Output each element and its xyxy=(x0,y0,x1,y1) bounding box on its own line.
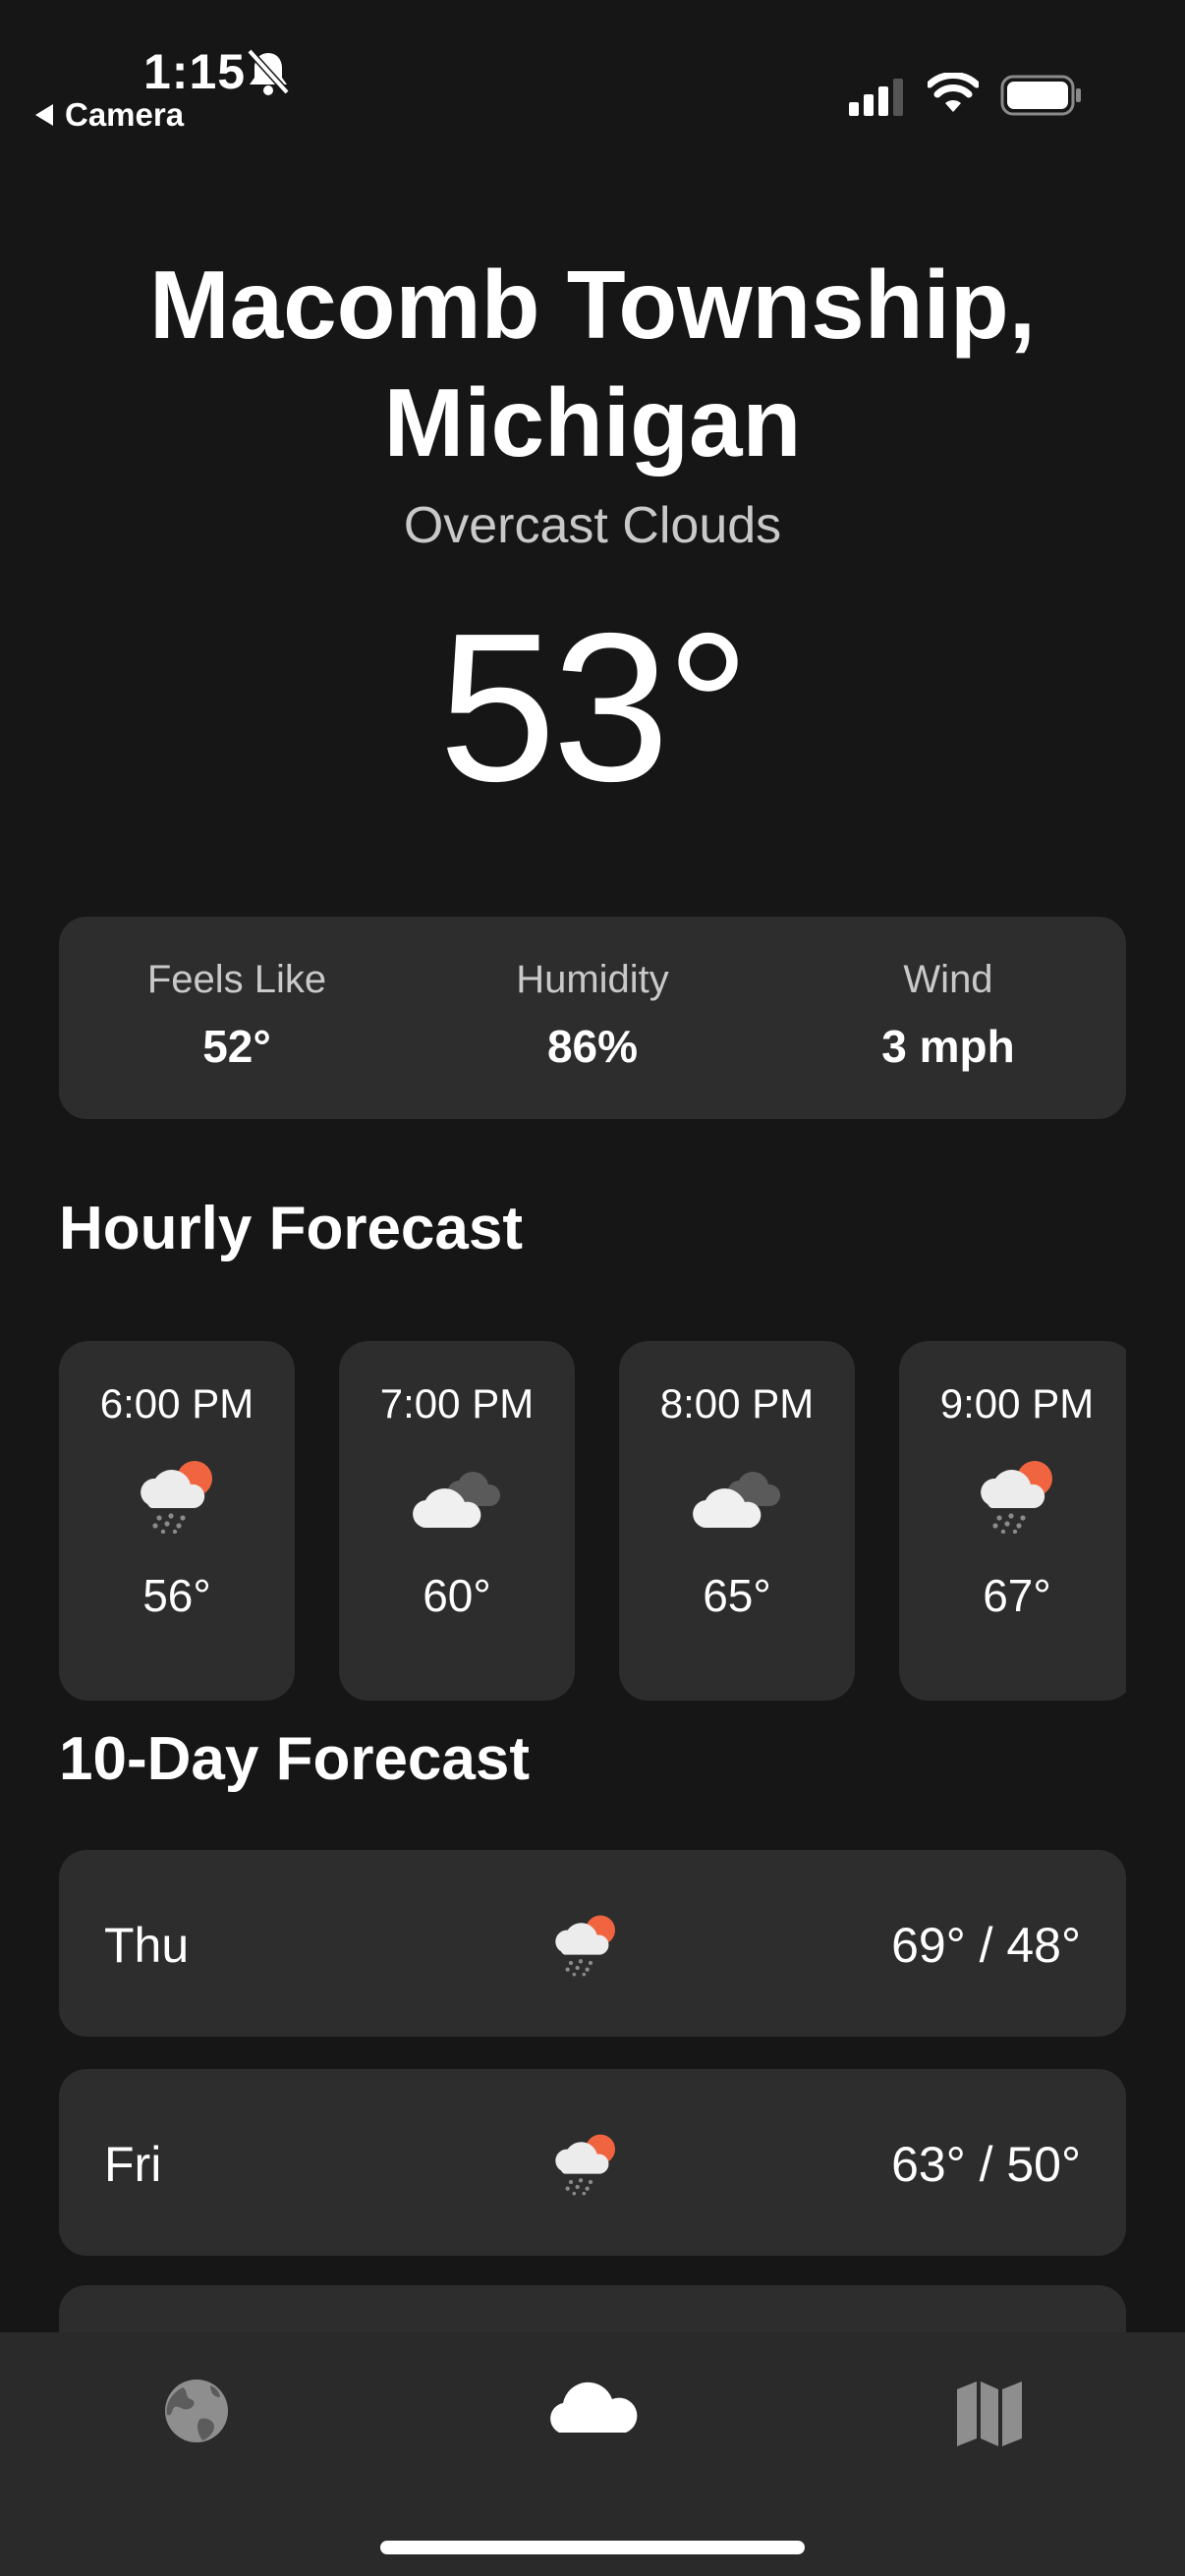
location-title: Macomb Township, Michigan xyxy=(0,246,1185,481)
stat-value: 52° xyxy=(202,1021,271,1072)
hourly-time: 8:00 PM xyxy=(659,1380,815,1427)
cloud-icon xyxy=(410,1455,504,1534)
hourly-time: 7:00 PM xyxy=(379,1380,535,1427)
cloud-icon xyxy=(690,1455,784,1534)
stat-label: Humidity xyxy=(516,958,669,1001)
daily-day: Fri xyxy=(104,2137,162,2192)
stat-wind: Wind 3 mph xyxy=(770,917,1126,1119)
sun-rain-cloud-icon xyxy=(130,1455,224,1534)
stat-humidity: Humidity 86% xyxy=(415,917,770,1119)
current-temperature: 53° xyxy=(438,588,750,825)
cloud-icon[interactable] xyxy=(534,2362,651,2460)
status-bar: 1:15 Camera xyxy=(0,0,1185,138)
hourly-card[interactable]: 9:00 PM 67° xyxy=(899,1341,1126,1701)
wifi-icon xyxy=(928,73,979,112)
status-time: 1:15 xyxy=(143,44,247,99)
hourly-time: 9:00 PM xyxy=(939,1380,1095,1427)
current-condition: Overcast Clouds xyxy=(403,497,782,554)
daily-row[interactable]: Fri 63° / 50° xyxy=(59,2069,1126,2256)
stats-card: Feels Like 52° Humidity 86% Wind 3 mph xyxy=(59,917,1126,1119)
stat-label: Feels Like xyxy=(146,958,327,1001)
hourly-forecast-title: Hourly Forecast xyxy=(59,1195,524,1262)
map-icon[interactable] xyxy=(930,2362,1047,2460)
cellular-signal-icon xyxy=(849,79,903,116)
daily-row[interactable]: Thu 69° / 48° xyxy=(59,1850,1126,2037)
daily-day: Thu xyxy=(104,1918,190,1973)
hourly-temp: 65° xyxy=(703,1570,771,1621)
back-to-camera-link[interactable]: Camera xyxy=(35,96,184,134)
home-indicator[interactable] xyxy=(380,2541,805,2554)
hourly-time: 6:00 PM xyxy=(99,1380,254,1427)
location-line-2: Michigan xyxy=(383,368,802,476)
hourly-temp: 67° xyxy=(983,1570,1051,1621)
daily-temp-range: 69° / 48° xyxy=(891,1918,1081,1973)
stat-feels-like: Feels Like 52° xyxy=(59,917,415,1119)
ten-day-forecast-title: 10-Day Forecast xyxy=(59,1725,531,1793)
hourly-card[interactable]: 8:00 PM 65° xyxy=(619,1341,855,1701)
sun-rain-cloud-icon xyxy=(970,1455,1064,1534)
hourly-temp: 60° xyxy=(423,1570,491,1621)
stat-value: 86% xyxy=(546,1021,639,1072)
location-line-1: Macomb Township, xyxy=(149,251,1036,359)
hourly-temp: 56° xyxy=(142,1570,211,1621)
back-triangle-icon xyxy=(35,104,53,126)
stat-label: Wind xyxy=(903,958,993,1001)
sun-rain-cloud-icon xyxy=(546,2128,625,2197)
hourly-card[interactable]: 7:00 PM 60° xyxy=(339,1341,575,1701)
bell-slash-icon xyxy=(247,48,290,95)
stat-value: 3 mph xyxy=(881,1021,1015,1072)
globe-icon[interactable] xyxy=(138,2362,255,2460)
battery-icon xyxy=(1000,75,1081,116)
tab-bar xyxy=(0,2332,1185,2576)
hourly-card[interactable]: 6:00 PM 56° xyxy=(59,1341,295,1701)
hourly-forecast-scroller[interactable]: 6:00 PM 56° 7:00 PM 60° 8:00 PM 65° 9:00… xyxy=(59,1341,1126,1703)
back-label: Camera xyxy=(65,96,185,133)
sun-rain-cloud-icon xyxy=(546,1909,625,1978)
daily-temp-range: 63° / 50° xyxy=(891,2137,1081,2192)
